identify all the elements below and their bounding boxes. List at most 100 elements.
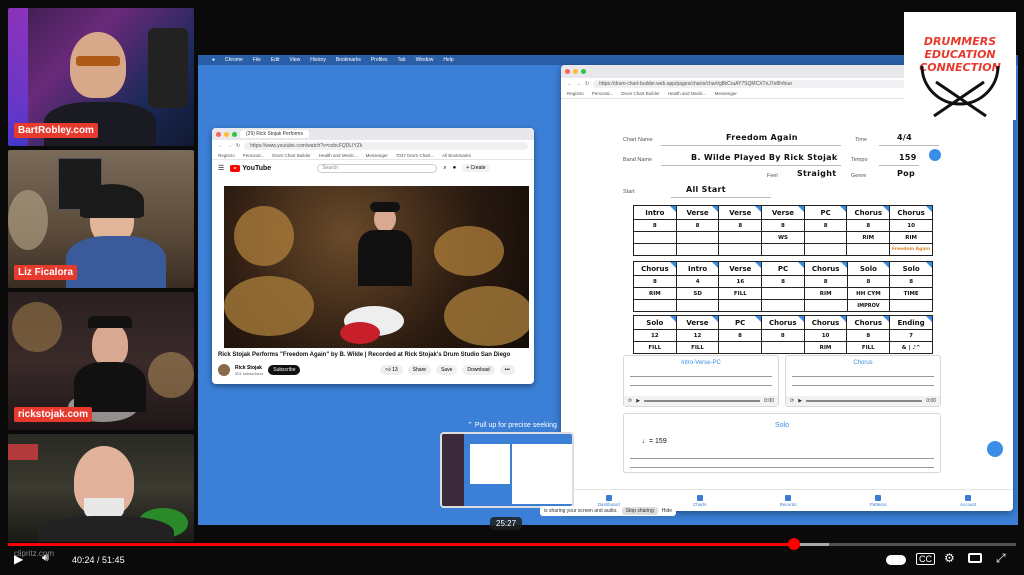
bars-cell[interactable]: 8 [846, 219, 891, 232]
bars-cell[interactable]: 8 [761, 275, 805, 288]
like-button[interactable]: 👍︎ 13 [380, 365, 403, 375]
hamburger-menu-icon[interactable]: ☰ [218, 164, 224, 172]
bars-cell[interactable]: 8 [889, 275, 933, 288]
notes-cell[interactable] [718, 231, 763, 244]
create-button[interactable]: + Create [462, 164, 490, 172]
url-field[interactable]: https://www.youtube.com/watch?v=cxbcFQDL… [244, 141, 528, 150]
menubar-item[interactable]: History [310, 57, 326, 63]
settings-gear-icon[interactable]: ⚙ [944, 551, 955, 565]
bookmark-item[interactable]: Registro [218, 153, 235, 158]
notes-cell[interactable]: WS [761, 231, 805, 244]
section-cell[interactable]: Ending [889, 315, 933, 330]
menubar-item[interactable]: Chrome [225, 57, 243, 63]
notes-cell[interactable]: FILL [846, 341, 891, 354]
minimize-window-icon[interactable] [573, 69, 578, 74]
bars-cell[interactable]: 8 [761, 219, 805, 232]
search-input[interactable]: Search [317, 163, 438, 173]
section-cell[interactable]: Verse [675, 205, 720, 220]
channel-avatar[interactable] [218, 364, 230, 376]
menubar-item[interactable]: Window [416, 57, 434, 63]
section-cell[interactable]: Verse [761, 205, 805, 220]
more-actions-button[interactable]: ••• [499, 365, 515, 375]
hide-share-button[interactable]: Hide [662, 508, 672, 514]
bars-cell[interactable]: 8 [633, 275, 677, 288]
section-cell[interactable]: Chorus [846, 315, 891, 330]
section-cell[interactable]: Intro [633, 205, 677, 220]
bars-cell[interactable]: 7 [889, 329, 933, 342]
notes-cell[interactable]: RIM [846, 231, 891, 244]
section-cell[interactable]: Solo [846, 261, 891, 276]
bookmark-item[interactable]: Health and Medic... [668, 91, 707, 96]
close-window-icon[interactable] [565, 69, 570, 74]
section-cell[interactable]: PC [718, 315, 762, 330]
save-button[interactable]: Save [436, 365, 458, 375]
menubar-item[interactable]: Profiles [371, 57, 388, 63]
extra-cell[interactable] [889, 299, 933, 312]
tempo-value[interactable]: 159 [899, 153, 917, 162]
bars-cell[interactable]: 10 [889, 219, 933, 232]
bookmark-item[interactable]: Messenger [366, 153, 388, 158]
youtube-logo[interactable]: YouTube [230, 164, 271, 172]
extra-cell[interactable] [803, 299, 848, 312]
audio-progress[interactable] [644, 400, 761, 402]
bars-cell[interactable]: 4 [675, 275, 720, 288]
download-button[interactable]: Download [462, 365, 495, 375]
menubar-item[interactable]: File [253, 57, 261, 63]
bookmark-item[interactable]: 7037 Drum Chart... [396, 153, 434, 158]
reload-icon[interactable]: ↻ [236, 143, 240, 149]
help-fab-button[interactable] [987, 441, 1003, 457]
section-cell[interactable]: Chorus [889, 205, 933, 220]
menubar-item[interactable]: Edit [271, 57, 280, 63]
zoom-window-icon[interactable] [581, 69, 586, 74]
section-cell[interactable]: Intro [675, 261, 720, 276]
bars-cell[interactable]: 12 [675, 329, 720, 342]
notes-cell[interactable] [675, 231, 720, 244]
audio-progress[interactable] [806, 400, 923, 402]
nav-account[interactable]: Account [960, 494, 976, 507]
notes-cell[interactable] [760, 341, 805, 354]
notes-cell[interactable]: TIME [889, 287, 933, 300]
section-cell[interactable]: Solo [889, 261, 933, 276]
section-cell[interactable]: Chorus [760, 315, 805, 330]
menubar-item[interactable]: View [290, 57, 301, 63]
forward-icon[interactable]: → [576, 81, 581, 87]
bars-cell[interactable]: 16 [718, 275, 763, 288]
notes-cell[interactable] [633, 231, 677, 244]
extra-cell[interactable] [675, 243, 720, 256]
section-cell[interactable]: PC [803, 205, 848, 220]
extra-cell[interactable]: Freedom Again [889, 243, 933, 256]
notes-cell[interactable]: FILL [675, 341, 720, 354]
notes-cell[interactable]: RIM [633, 287, 677, 300]
bars-cell[interactable]: 8 [633, 219, 677, 232]
bars-cell[interactable]: 8 [675, 219, 720, 232]
notes-cell[interactable] [761, 287, 805, 300]
extra-cell[interactable] [718, 243, 763, 256]
section-cell[interactable]: Chorus [846, 205, 891, 220]
bars-cell[interactable]: 8 [760, 329, 805, 342]
bars-cell[interactable]: 8 [803, 275, 848, 288]
play-icon[interactable]: ▶ [798, 398, 802, 404]
section-cell[interactable]: Solo [633, 315, 677, 330]
bookmark-item[interactable]: Personal... [592, 91, 614, 96]
back-icon[interactable]: ← [567, 81, 572, 87]
section-cell[interactable]: Chorus [803, 261, 848, 276]
bars-cell[interactable]: 8 [846, 275, 891, 288]
nav-patterns[interactable]: Patterns [870, 494, 887, 507]
notation-card-chorus[interactable]: Chorus ⟳ ▶ 0:00 [785, 355, 941, 407]
nav-records[interactable]: Records [780, 494, 796, 507]
back-icon[interactable]: ← [218, 143, 223, 149]
notes-cell[interactable]: SD [675, 287, 720, 300]
extra-cell[interactable] [803, 243, 848, 256]
browser-tab[interactable]: (29) Rick Stojak Performs [240, 130, 309, 138]
bookmark-item[interactable]: Health and Medic... [319, 153, 358, 158]
video-player[interactable] [224, 186, 529, 348]
bookmark-item[interactable]: All Bookmarks [442, 153, 471, 158]
minimize-window-icon[interactable] [224, 131, 229, 137]
metronome-button[interactable] [929, 149, 941, 161]
feel-value[interactable]: Straight [797, 169, 836, 178]
bars-cell[interactable]: 12 [633, 329, 677, 342]
notes-cell[interactable]: RIM [803, 287, 848, 300]
extra-cell[interactable] [718, 299, 763, 312]
extra-cell[interactable] [761, 299, 805, 312]
menubar-item[interactable]: Help [443, 57, 453, 63]
